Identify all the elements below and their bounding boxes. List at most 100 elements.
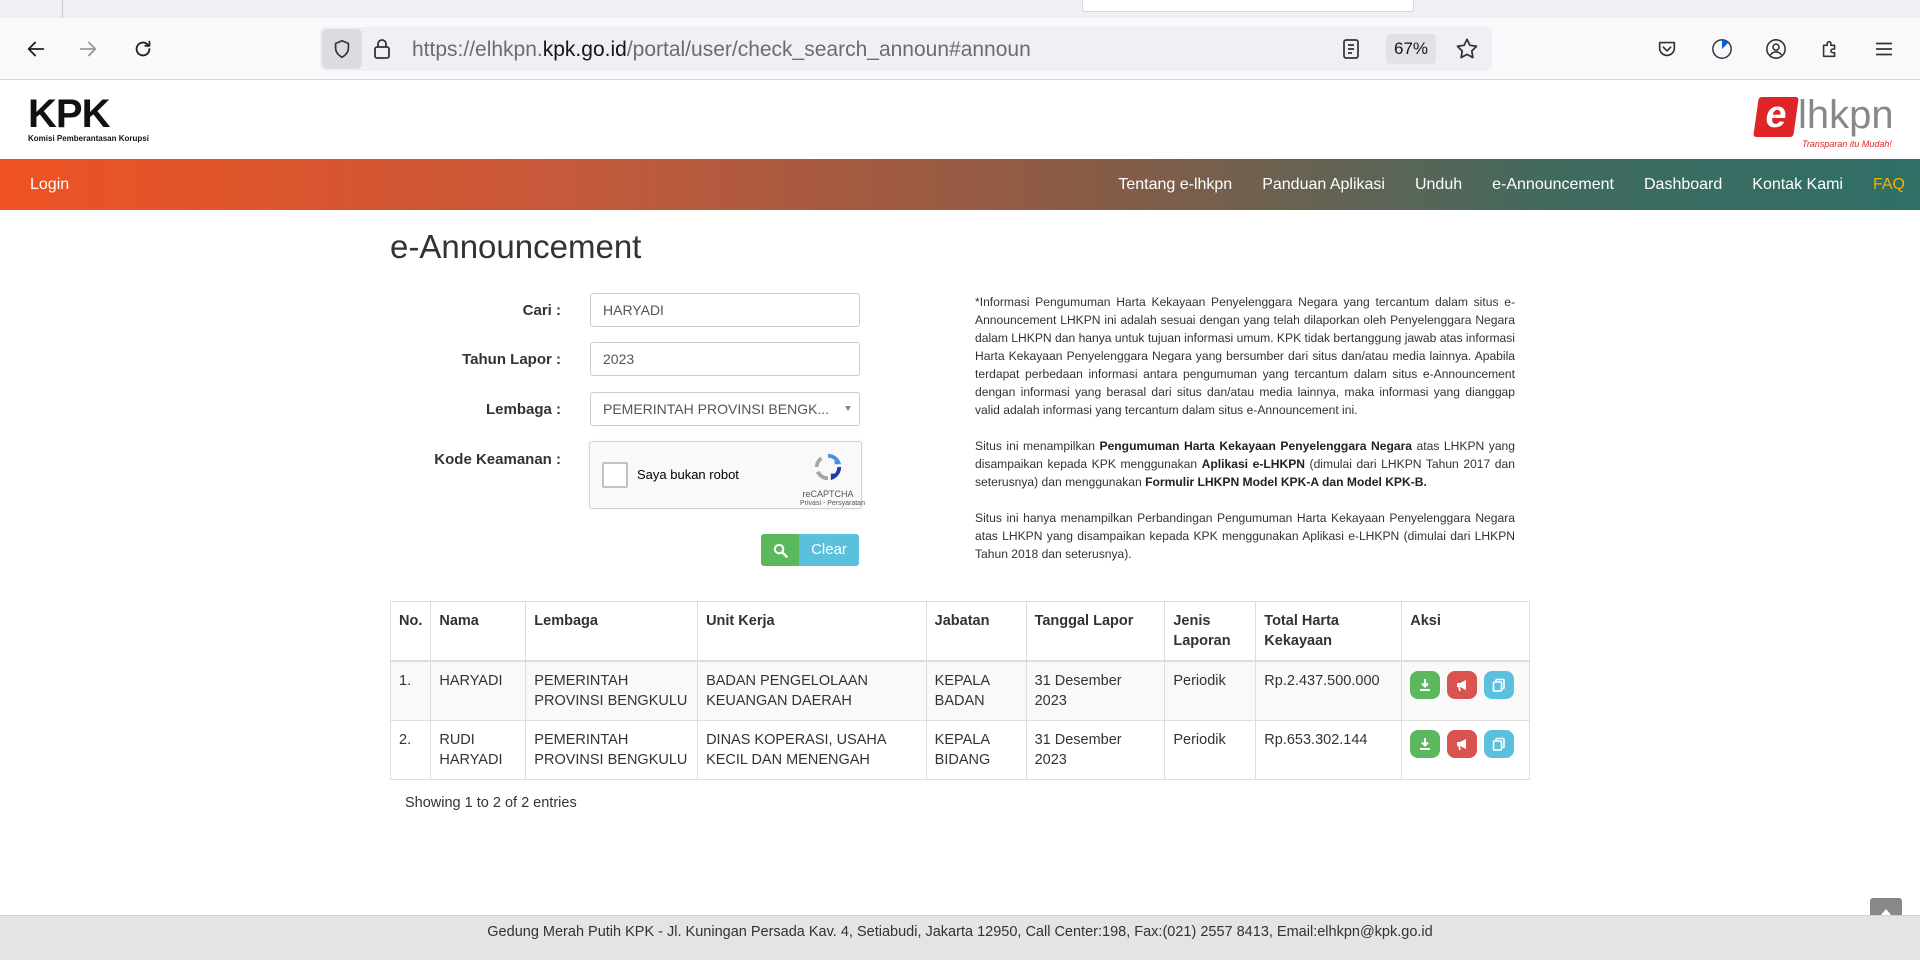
downloads-button[interactable] bbox=[1703, 30, 1741, 68]
menu-faq[interactable]: FAQ bbox=[1873, 159, 1905, 210]
login-link[interactable]: Login bbox=[30, 159, 69, 210]
cell-aksi bbox=[1401, 720, 1530, 780]
tab-dropdown-edge bbox=[1082, 0, 1414, 12]
lembaga-selected-value: PEMERINTAH PROVINSI BENGK... bbox=[603, 401, 830, 417]
disclaimer-text: *Informasi Pengumuman Harta Kekayaan Pen… bbox=[975, 293, 1515, 581]
search-icon bbox=[773, 543, 788, 558]
bold-span: Formulir LHKPN Model KPK-A dan Model KPK… bbox=[1145, 475, 1427, 489]
star-icon[interactable] bbox=[1454, 36, 1480, 62]
menu-panduan[interactable]: Panduan Aplikasi bbox=[1262, 159, 1385, 210]
cari-input[interactable]: HARYADI bbox=[590, 293, 860, 327]
main-menu: Tentang e-lhkpn Panduan Aplikasi Unduh e… bbox=[1088, 159, 1905, 210]
arrow-left-icon bbox=[27, 41, 45, 57]
announcement-button[interactable] bbox=[1447, 671, 1478, 699]
menu-e-announcement[interactable]: e-Announcement bbox=[1492, 159, 1614, 210]
account-button[interactable] bbox=[1757, 30, 1795, 68]
bold-span: Pengumuman Harta Kekayaan Penyelenggara … bbox=[1099, 439, 1413, 453]
table-header-row: No. Nama Lembaga Unit Kerja Jabatan Tang… bbox=[389, 601, 1530, 662]
url-domain: kpk.go.id bbox=[542, 38, 627, 61]
announcement-button[interactable] bbox=[1447, 730, 1478, 758]
reader-view-icon[interactable] bbox=[1340, 38, 1362, 60]
kode-keamanan-label: Kode Keamanan : bbox=[434, 451, 561, 468]
arrow-right-icon bbox=[79, 41, 97, 57]
col-header-tanggal-lapor[interactable]: Tanggal Lapor bbox=[1025, 601, 1166, 662]
disclaimer-paragraph-1: *Informasi Pengumuman Harta Kekayaan Pen… bbox=[975, 295, 1515, 417]
extensions-button[interactable] bbox=[1811, 30, 1849, 68]
cell-no: 2. bbox=[389, 720, 432, 780]
tracking-protection-button[interactable] bbox=[322, 29, 362, 69]
recaptcha-checkbox[interactable] bbox=[602, 462, 628, 488]
hamburger-icon bbox=[1875, 42, 1893, 56]
url-path: /portal/user/check_search_announ#announ bbox=[626, 38, 1031, 61]
elhkpn-logo[interactable]: e lhkpn Transparan itu Mudah! bbox=[1753, 93, 1904, 149]
site-footer: Gedung Merah Putih KPK - Jl. Kuningan Pe… bbox=[0, 915, 1920, 960]
browser-tab-strip bbox=[0, 0, 1920, 18]
recaptcha-widget: Saya bukan robot reCAPTCHA Privasi - Per… bbox=[589, 441, 865, 509]
cell-unit-kerja: DINAS KOPERASI, USAHA KECIL DAN MENENGAH bbox=[697, 720, 927, 780]
search-button[interactable] bbox=[761, 534, 799, 566]
elhkpn-logo-text: lhkpn bbox=[1798, 93, 1894, 137]
kpk-logo[interactable]: KPK Komisi Pemberantasan Korupsi bbox=[28, 92, 173, 143]
pocket-icon bbox=[1658, 41, 1676, 57]
forward-button[interactable] bbox=[69, 30, 107, 68]
col-header-nama[interactable]: Nama bbox=[430, 601, 527, 662]
lembaga-label: Lembaga : bbox=[485, 401, 561, 418]
clear-button[interactable]: Clear bbox=[799, 534, 859, 566]
disclaimer-paragraph-3: Situs ini hanya menampilkan Perbandingan… bbox=[975, 511, 1515, 561]
col-header-jenis-laporan[interactable]: Jenis Laporan bbox=[1164, 601, 1257, 662]
cell-jabatan: KEPALA BADAN bbox=[925, 660, 1027, 721]
table-row: 2. RUDI HARYADI PEMERINTAH PROVINSI BENG… bbox=[389, 720, 1530, 780]
reload-button[interactable] bbox=[124, 30, 162, 68]
elhkpn-logo-e: e bbox=[1753, 94, 1799, 137]
recaptcha-label: Saya bukan robot bbox=[637, 467, 739, 482]
kpk-logo-letters: KPK bbox=[28, 92, 110, 136]
menu-dashboard[interactable]: Dashboard bbox=[1644, 159, 1722, 210]
col-header-aksi: Aksi bbox=[1401, 601, 1530, 662]
download-button[interactable] bbox=[1410, 671, 1441, 699]
tab-separator bbox=[62, 0, 63, 18]
lembaga-select[interactable]: PEMERINTAH PROVINSI BENGK... bbox=[590, 392, 860, 426]
cell-lembaga: PEMERINTAH PROVINSI BENGKULU bbox=[525, 720, 699, 780]
zoom-level-button[interactable]: 67% bbox=[1386, 34, 1437, 64]
recaptcha-privacy-links[interactable]: Privasi - Persyaratan bbox=[800, 500, 865, 507]
cell-jenis-laporan: Periodik bbox=[1164, 720, 1257, 780]
browser-toolbar: https://elhkpn.kpk.go.id/portal/user/che… bbox=[0, 18, 1920, 80]
address-bar[interactable]: https://elhkpn.kpk.go.id/portal/user/che… bbox=[320, 27, 1492, 71]
compare-button[interactable] bbox=[1484, 730, 1515, 758]
site-header: KPK Komisi Pemberantasan Korupsi e lhkpn… bbox=[0, 81, 1920, 159]
url-text[interactable]: https://elhkpn.kpk.go.id/portal/user/che… bbox=[412, 38, 1031, 62]
cell-unit-kerja: BADAN PENGELOLAAN KEUANGAN DAERAH bbox=[697, 660, 927, 721]
menu-kontak[interactable]: Kontak Kami bbox=[1752, 159, 1843, 210]
megaphone-icon bbox=[1457, 739, 1467, 751]
menu-button[interactable] bbox=[1865, 30, 1903, 68]
kpk-logo-subtitle: Komisi Pemberantasan Korupsi bbox=[28, 134, 149, 143]
cari-label: Cari : bbox=[522, 302, 561, 319]
tahun-lapor-label: Tahun Lapor : bbox=[462, 351, 561, 368]
cell-no: 1. bbox=[389, 660, 432, 721]
url-prefix: https://elhkpn. bbox=[412, 38, 543, 61]
col-header-total-harta[interactable]: Total Harta Kekayaan bbox=[1255, 601, 1403, 662]
cell-tanggal-lapor: 31 Desember 2023 bbox=[1025, 720, 1166, 780]
menu-tentang[interactable]: Tentang e-lhkpn bbox=[1118, 159, 1232, 210]
back-button[interactable] bbox=[17, 30, 55, 68]
cell-jabatan: KEPALA BIDANG bbox=[925, 720, 1027, 780]
col-header-jabatan[interactable]: Jabatan bbox=[925, 601, 1027, 662]
cell-jenis-laporan: Periodik bbox=[1164, 660, 1257, 721]
download-progress-icon bbox=[1712, 39, 1732, 59]
pocket-button[interactable] bbox=[1648, 30, 1686, 68]
menu-unduh[interactable]: Unduh bbox=[1415, 159, 1462, 210]
table-row: 1. HARYADI PEMERINTAH PROVINSI BENGKULU … bbox=[389, 660, 1530, 721]
table-info: Showing 1 to 2 of 2 entries bbox=[405, 795, 577, 811]
cell-lembaga: PEMERINTAH PROVINSI BENGKULU bbox=[525, 660, 699, 721]
recaptcha-icon bbox=[814, 453, 842, 481]
cell-total-harta: Rp.653.302.144 bbox=[1255, 720, 1403, 780]
cell-tanggal-lapor: 31 Desember 2023 bbox=[1025, 660, 1166, 721]
download-button[interactable] bbox=[1410, 730, 1441, 758]
lock-icon[interactable] bbox=[372, 38, 392, 60]
tahun-lapor-input[interactable]: 2023 bbox=[590, 342, 860, 376]
compare-button[interactable] bbox=[1484, 671, 1515, 699]
col-header-lembaga[interactable]: Lembaga bbox=[525, 601, 699, 662]
col-header-no[interactable]: No. bbox=[389, 601, 432, 662]
text-span: Situs ini menampilkan bbox=[975, 439, 1100, 453]
col-header-unit-kerja[interactable]: Unit Kerja bbox=[697, 601, 927, 662]
